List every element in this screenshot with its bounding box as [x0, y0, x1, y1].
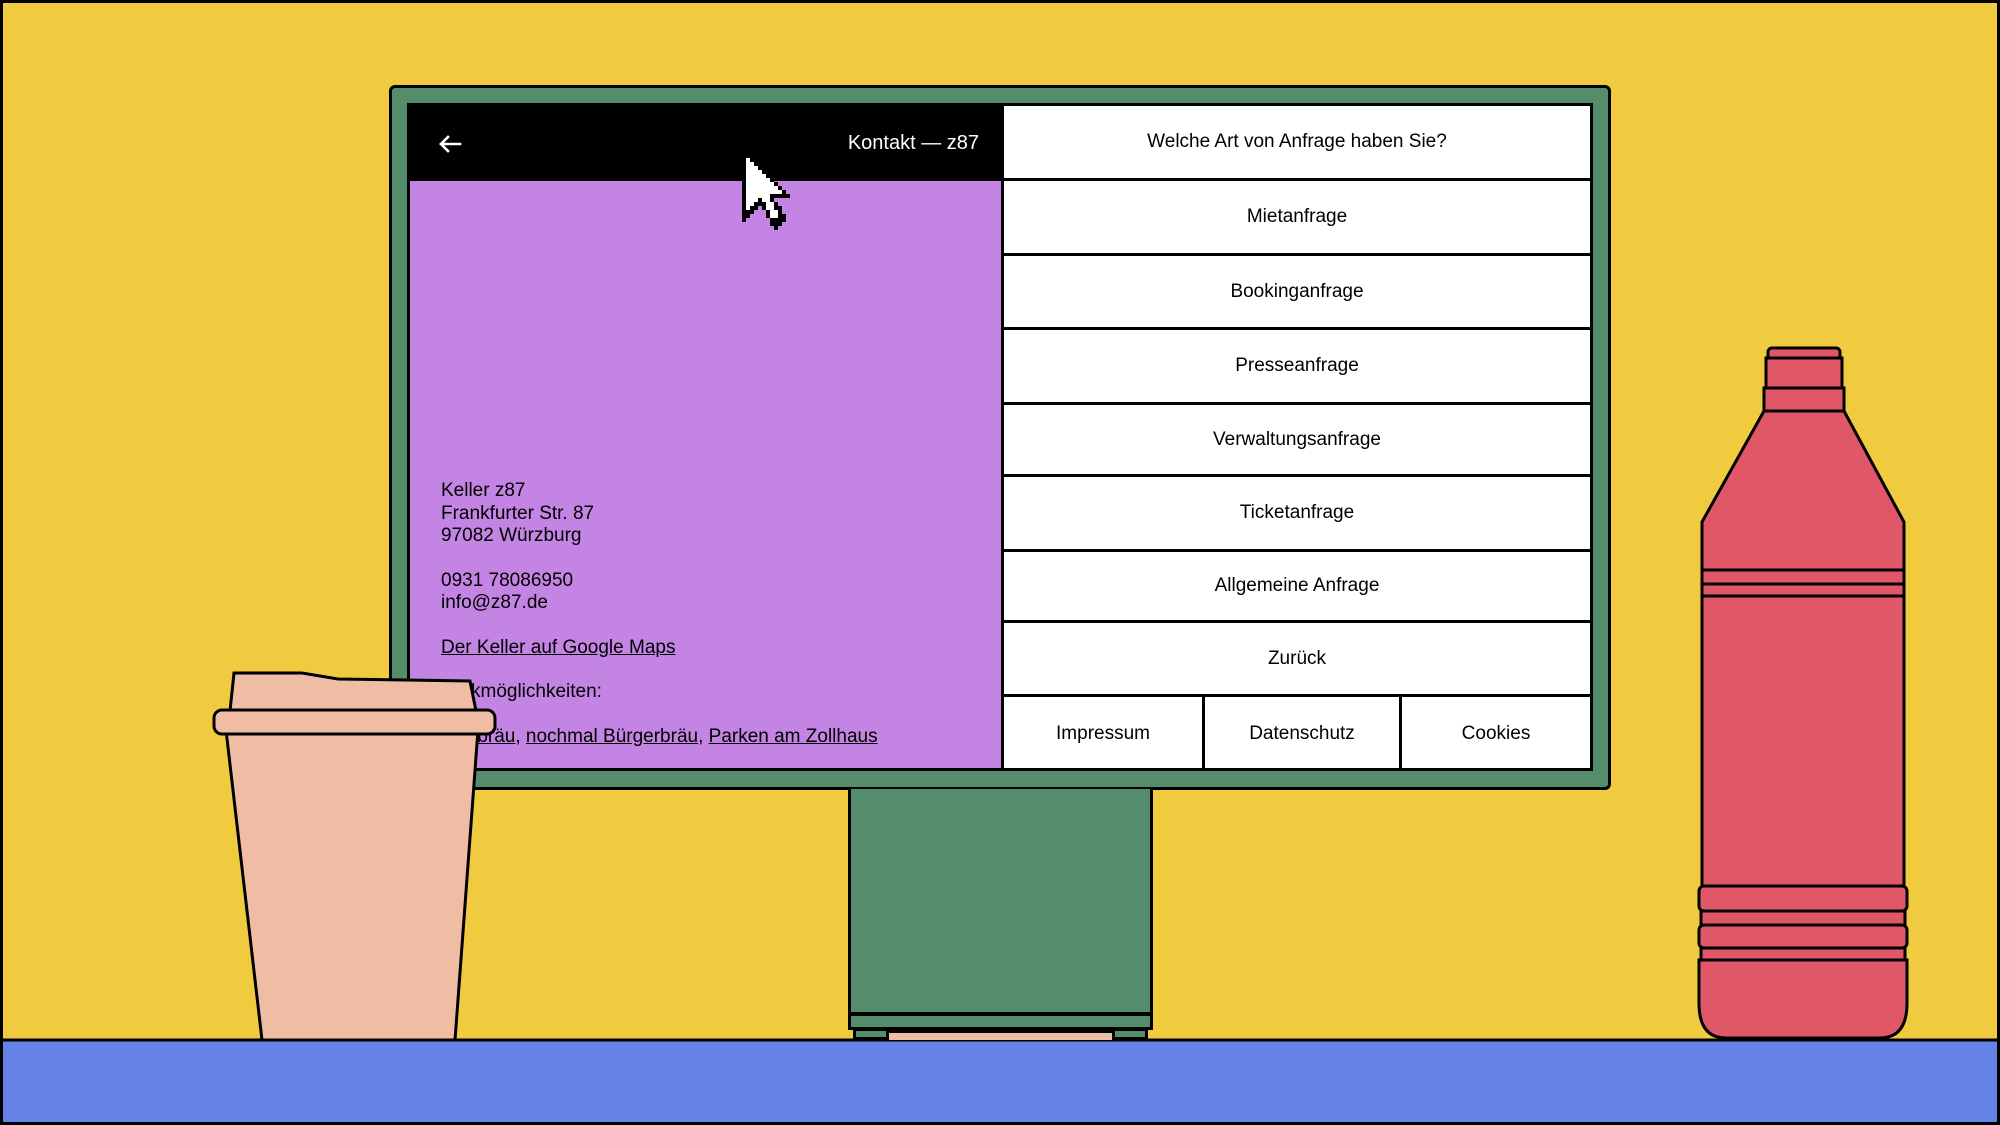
coffee-cup-icon [212, 671, 497, 1042]
illustration-scene: Kontakt — z87 Keller z87 Frankfurter Str… [0, 0, 2000, 1125]
desk-objects [212, 346, 1909, 1042]
water-bottle-icon [1697, 346, 1909, 1040]
